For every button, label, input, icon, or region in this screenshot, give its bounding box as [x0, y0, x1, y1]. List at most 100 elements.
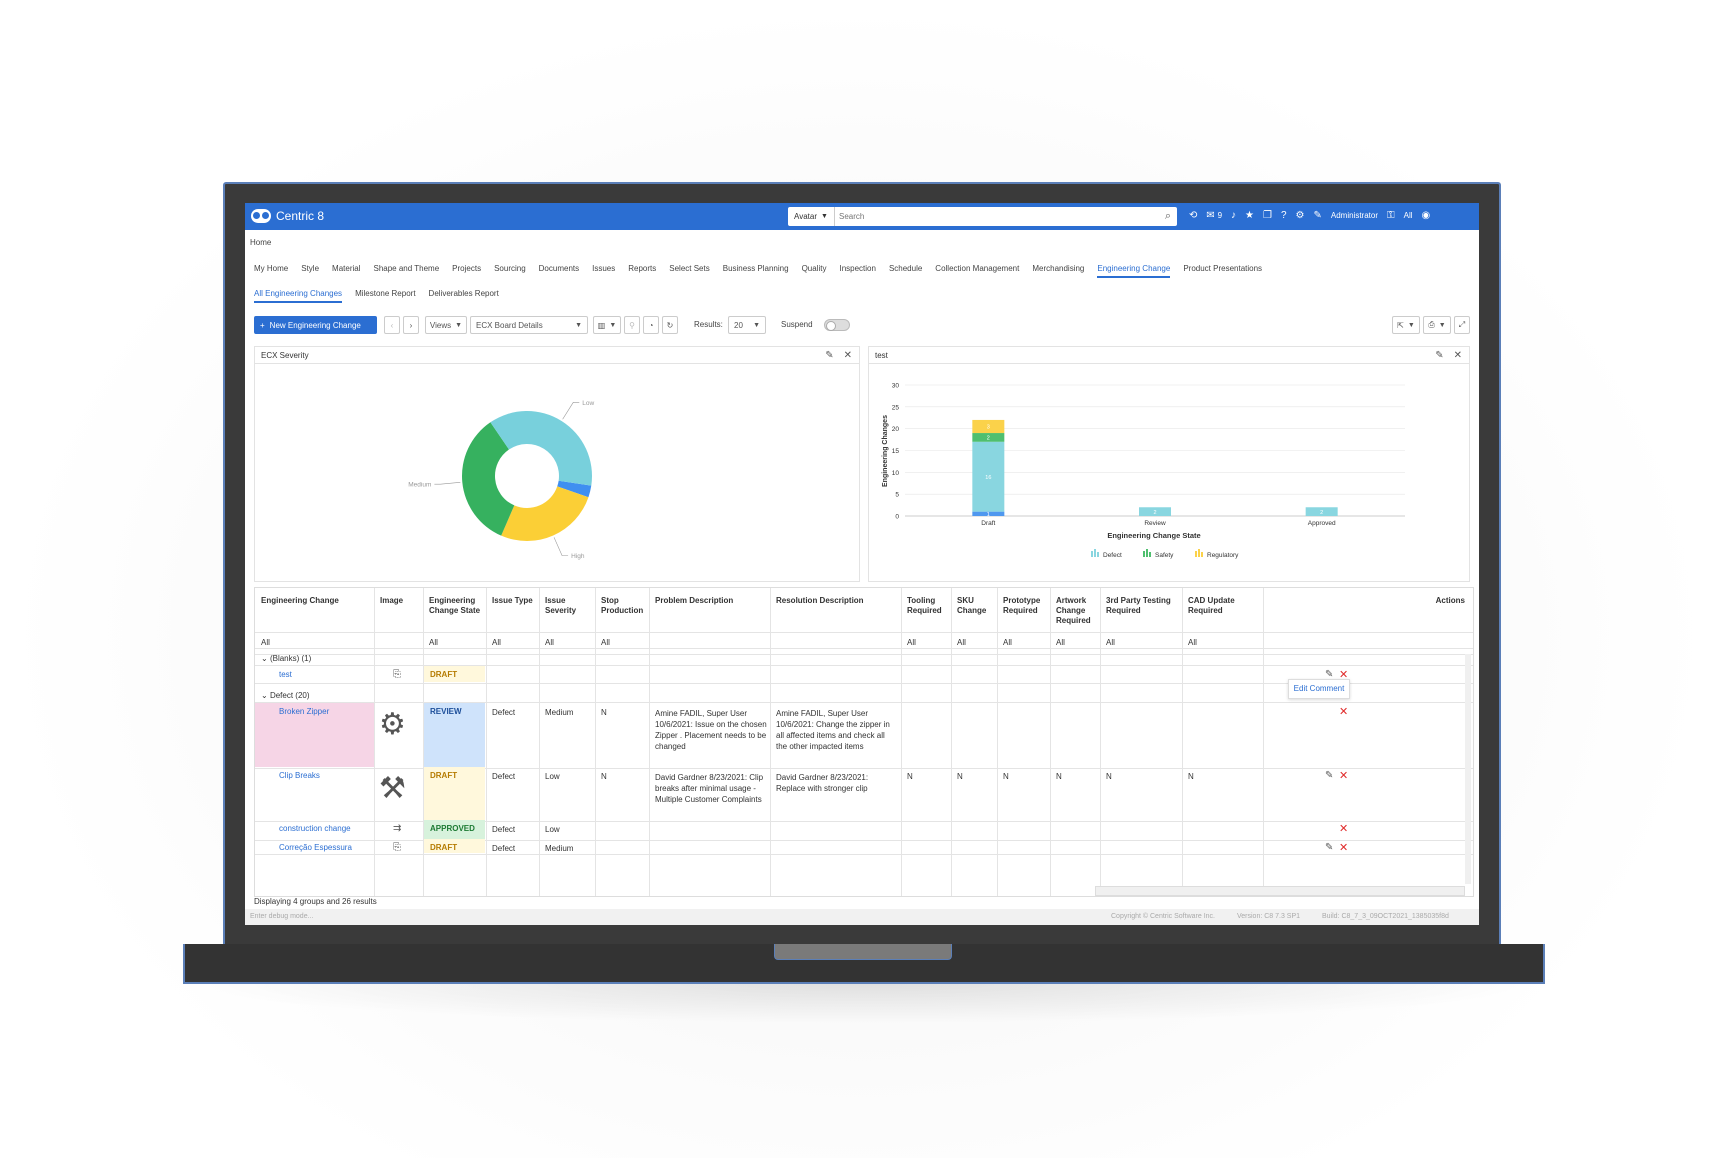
- nav-item-merchandising[interactable]: Merchandising: [1032, 264, 1084, 278]
- close-icon[interactable]: ✕: [844, 350, 852, 361]
- star-icon[interactable]: ★: [1245, 209, 1254, 223]
- column-filter[interactable]: All: [492, 638, 501, 647]
- group-row[interactable]: ⌄ (Blanks) (1): [261, 654, 311, 663]
- chart-toggle-icon[interactable]: ◔: [643, 316, 659, 334]
- nav-item-documents[interactable]: Documents: [539, 264, 579, 278]
- column-filter[interactable]: All: [1106, 638, 1115, 647]
- wrench-icon[interactable]: ✎: [1313, 209, 1321, 223]
- edit-row-icon[interactable]: ✎: [1325, 842, 1333, 853]
- subnav-item-all-engineering-changes[interactable]: All Engineering Changes: [254, 289, 343, 303]
- engineering-change-link[interactable]: Broken Zipper: [279, 707, 329, 716]
- copy-icon[interactable]: ❐: [1263, 209, 1272, 223]
- delete-row-icon[interactable]: ✕: [1339, 822, 1348, 835]
- nav-item-projects[interactable]: Projects: [452, 264, 481, 278]
- cell-problem-description[interactable]: Amine FADIL, Super User 10/6/2021: Issue…: [655, 708, 769, 752]
- legend-label-safety[interactable]: Safety: [1155, 552, 1174, 559]
- legend-label-defect[interactable]: Defect: [1103, 552, 1122, 559]
- user-name[interactable]: Administrator: [1331, 209, 1378, 223]
- columns-icon[interactable]: ▥ ▼: [593, 316, 621, 334]
- nav-item-business-planning[interactable]: Business Planning: [723, 264, 789, 278]
- column-header-3rd-party-testing-required[interactable]: 3rd Party Testing Required: [1106, 596, 1178, 616]
- new-engineering-change-button[interactable]: + New Engineering Change: [254, 316, 377, 334]
- user-icon[interactable]: ◉: [1422, 209, 1431, 223]
- nav-item-quality[interactable]: Quality: [802, 264, 827, 278]
- next-icon[interactable]: ›: [403, 316, 419, 334]
- nav-item-style[interactable]: Style: [301, 264, 319, 278]
- column-filter[interactable]: All: [907, 638, 916, 647]
- column-header-resolution-description[interactable]: Resolution Description: [776, 596, 897, 606]
- breadcrumb[interactable]: Home: [250, 238, 271, 247]
- fullscreen-icon[interactable]: ⤢: [1454, 316, 1470, 334]
- views-dropdown[interactable]: Views ▼: [425, 316, 467, 334]
- engineering-change-link[interactable]: Clip Breaks: [279, 771, 320, 780]
- nav-item-schedule[interactable]: Schedule: [889, 264, 922, 278]
- column-filter[interactable]: All: [1003, 638, 1012, 647]
- nav-item-shape-and-theme[interactable]: Shape and Theme: [373, 264, 439, 278]
- column-header-actions[interactable]: Actions: [1315, 596, 1465, 606]
- edit-icon[interactable]: ✎: [825, 350, 833, 361]
- access-scope[interactable]: All: [1404, 209, 1413, 223]
- back-icon[interactable]: ⟲: [1189, 209, 1197, 223]
- column-header-issue-severity[interactable]: Issue Severity: [545, 596, 591, 616]
- horizontal-scrollbar[interactable]: [1095, 886, 1465, 896]
- edit-icon[interactable]: ✎: [1435, 350, 1443, 361]
- group-row[interactable]: ⌄ Defect (20): [261, 691, 310, 700]
- column-header-prototype-required[interactable]: Prototype Required: [1003, 596, 1046, 616]
- search-scope-select[interactable]: Avatar ▼: [788, 207, 835, 226]
- debug-mode-link[interactable]: Enter debug mode...: [250, 913, 313, 920]
- print-icon[interactable]: ⎙ ▼: [1423, 316, 1451, 334]
- delete-row-icon[interactable]: ✕: [1339, 841, 1348, 854]
- close-icon[interactable]: ✕: [1454, 350, 1462, 361]
- vertical-scrollbar[interactable]: [1465, 654, 1471, 884]
- refresh-icon[interactable]: ↻: [662, 316, 678, 334]
- camera-icon[interactable]: ⎘: [393, 669, 401, 680]
- nav-item-sourcing[interactable]: Sourcing: [494, 264, 526, 278]
- column-header-sku-change[interactable]: SKU Change: [957, 596, 993, 616]
- slice-high[interactable]: [501, 486, 589, 541]
- messages-icon[interactable]: ✉ 9: [1206, 209, 1222, 223]
- column-header-stop-production[interactable]: Stop Production: [601, 596, 645, 616]
- nav-item-inspection[interactable]: Inspection: [839, 264, 875, 278]
- nav-item-select-sets[interactable]: Select Sets: [669, 264, 709, 278]
- nav-item-reports[interactable]: Reports: [628, 264, 656, 278]
- view-select[interactable]: ECX Board Details ▼: [470, 316, 588, 334]
- search-icon[interactable]: ⌕: [1159, 210, 1177, 223]
- column-filter[interactable]: All: [601, 638, 610, 647]
- column-header-issue-type[interactable]: Issue Type: [492, 596, 535, 606]
- bell-icon[interactable]: ♪: [1231, 209, 1236, 223]
- nav-item-my-home[interactable]: My Home: [254, 264, 288, 278]
- export-icon[interactable]: ⇱ ▼: [1392, 316, 1420, 334]
- nav-item-collection-management[interactable]: Collection Management: [935, 264, 1019, 278]
- nav-item-issues[interactable]: Issues: [592, 264, 615, 278]
- edit-row-icon[interactable]: ✎: [1325, 770, 1333, 781]
- gear-icon[interactable]: ⚙: [1296, 209, 1305, 223]
- cell-resolution-description[interactable]: David Gardner 8/23/2021: Replace with st…: [776, 772, 896, 794]
- delete-row-icon[interactable]: ✕: [1339, 769, 1348, 782]
- search-input[interactable]: [835, 208, 1159, 225]
- vacuum-product-image[interactable]: ⚙: [379, 707, 406, 742]
- column-filter[interactable]: All: [957, 638, 966, 647]
- column-header-engineering-change-state[interactable]: Engineering Change State: [429, 596, 482, 616]
- cell-resolution-description[interactable]: Amine FADIL, Super User 10/6/2021: Chang…: [776, 708, 896, 752]
- column-header-problem-description[interactable]: Problem Description: [655, 596, 766, 606]
- delete-row-icon[interactable]: ✕: [1339, 705, 1348, 718]
- engineering-change-link[interactable]: test: [279, 670, 292, 679]
- camera-icon[interactable]: ⎘: [393, 842, 401, 853]
- prev-icon[interactable]: ‹: [384, 316, 400, 334]
- edit-comment-tooltip[interactable]: Edit Comment: [1288, 679, 1350, 699]
- subnav-item-deliverables-report[interactable]: Deliverables Report: [429, 289, 499, 303]
- column-filter[interactable]: All: [261, 638, 270, 647]
- subnav-item-milestone-report[interactable]: Milestone Report: [355, 289, 415, 303]
- nav-item-material[interactable]: Material: [332, 264, 360, 278]
- column-filter[interactable]: All: [1188, 638, 1197, 647]
- nav-item-engineering-change[interactable]: Engineering Change: [1097, 264, 1171, 278]
- app-logo[interactable]: Centric 8: [251, 209, 324, 223]
- legend-label-regulatory[interactable]: Regulatory: [1207, 552, 1239, 559]
- column-header-engineering-change[interactable]: Engineering Change: [261, 596, 370, 606]
- column-filter[interactable]: All: [545, 638, 554, 647]
- results-select[interactable]: 20 ▼: [728, 316, 766, 334]
- filter-icon[interactable]: ⚲: [624, 316, 640, 334]
- cell-problem-description[interactable]: David Gardner 8/23/2021: Clip breaks aft…: [655, 772, 769, 805]
- column-header-artwork-change-required[interactable]: Artwork Change Required: [1056, 596, 1096, 626]
- column-filter[interactable]: All: [429, 638, 438, 647]
